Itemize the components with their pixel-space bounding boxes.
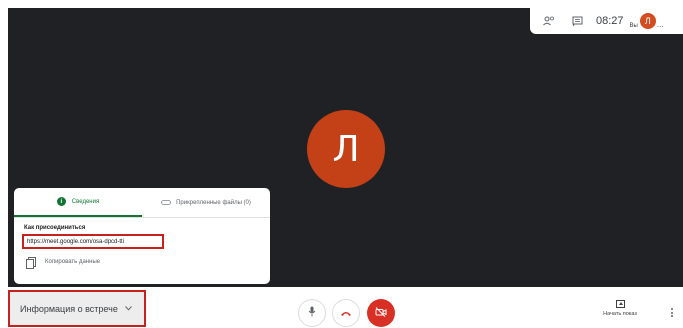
you-label: Вы <box>629 23 638 29</box>
meeting-details-panel: i Сведения Прикрепленные файлы (0) Как п… <box>14 188 270 284</box>
more-indicator: ... <box>656 19 664 29</box>
bottom-control-bar: Информация о встрече Начать показ <box>8 287 683 328</box>
camera-off-icon <box>375 304 387 322</box>
meeting-info-button[interactable]: Информация о встрече <box>8 290 146 327</box>
copy-icon <box>26 257 36 269</box>
participant-avatar: Л <box>307 110 385 188</box>
meeting-link[interactable]: https://meet.google.com/osa-dpcd-tti <box>22 234 164 249</box>
tab-attachments[interactable]: Прикрепленные файлы (0) <box>142 188 270 217</box>
participants-icon[interactable] <box>538 10 560 32</box>
attachment-icon <box>161 200 172 205</box>
meeting-info-label: Информация о встрече <box>20 303 118 314</box>
present-button[interactable]: Начать показ <box>596 300 644 317</box>
top-info-bar: 08:27 Вы Л ... <box>530 8 683 34</box>
tab-details[interactable]: i Сведения <box>14 188 142 217</box>
hang-up-button[interactable] <box>332 299 360 327</box>
copy-details-label: Копировать данные <box>45 259 101 265</box>
present-label: Начать показ <box>603 311 637 317</box>
more-vert-icon[interactable] <box>671 308 673 317</box>
clock-time: 08:27 <box>596 15 624 27</box>
join-heading: Как присоединиться <box>24 225 86 231</box>
tab-attachments-label: Прикрепленные файлы (0) <box>176 199 251 206</box>
camera-toggle-button[interactable] <box>367 299 395 327</box>
chat-icon[interactable] <box>566 10 588 32</box>
hang-up-icon <box>340 304 352 322</box>
chevron-down-icon <box>124 304 132 313</box>
present-screen-icon <box>615 300 625 308</box>
info-icon: i <box>56 197 66 206</box>
mic-button[interactable] <box>298 299 326 327</box>
mic-icon <box>308 304 316 322</box>
panel-tabs: i Сведения Прикрепленные файлы (0) <box>14 188 270 218</box>
tab-details-label: Сведения <box>71 198 100 205</box>
copy-details-button[interactable]: Копировать данные <box>26 257 101 269</box>
self-avatar[interactable]: Л <box>639 13 656 29</box>
